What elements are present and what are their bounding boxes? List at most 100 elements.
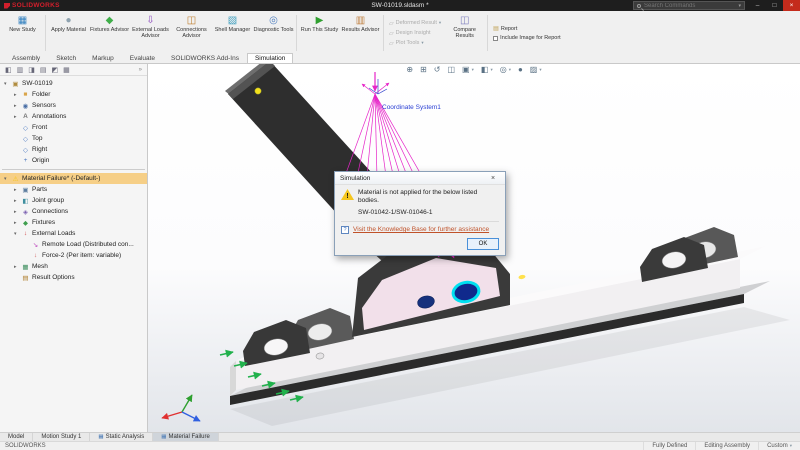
compare-results-button[interactable]: ◫ Compare Results — [444, 12, 485, 54]
shell-manager-button[interactable]: ▧ Shell Manager — [212, 12, 253, 54]
apply-material-button[interactable]: ● Apply Material — [48, 12, 89, 54]
new-study-button[interactable]: ▦ New Study — [2, 12, 43, 54]
coordinate-system-label[interactable]: Coordinate System1 — [382, 104, 441, 111]
minimize-button[interactable]: – — [749, 0, 766, 11]
view-orientation-icon[interactable]: ▣ — [462, 65, 470, 74]
tab-simulation[interactable]: Simulation — [247, 53, 293, 63]
tree-item-front-plane[interactable]: ◇ Front — [0, 122, 147, 133]
panel-overflow-icon[interactable]: » — [139, 67, 142, 73]
featuremanager-tab-icon[interactable]: ◧ — [5, 66, 12, 74]
status-units-selector[interactable]: Custom ▾ — [758, 442, 800, 450]
expand-arrow-icon[interactable]: ▾ — [14, 231, 21, 237]
tree-item-label: Parts — [32, 186, 47, 193]
configurationmanager-tab-icon[interactable]: ◨ — [28, 66, 35, 74]
expand-arrow-icon[interactable]: ▾ — [4, 176, 11, 182]
external-loads-advisor-button[interactable]: ⇩ External Loads Advisor — [130, 12, 171, 54]
zoom-fit-icon[interactable]: ⊕ — [406, 65, 413, 74]
display-style-icon[interactable]: ◧ — [481, 65, 489, 74]
expand-arrow-icon[interactable]: ▸ — [14, 198, 21, 204]
shell-manager-label: Shell Manager — [215, 27, 250, 33]
dialog-divider — [341, 221, 499, 222]
knowledge-base-link[interactable]: Visit the Knowledge Base for further ass… — [353, 226, 489, 234]
expand-arrow-icon[interactable]: ▸ — [14, 209, 21, 215]
dropdown-icon[interactable]: ▾ — [472, 67, 474, 73]
tab-evaluate[interactable]: Evaluate — [122, 53, 163, 63]
tree-item-sensors[interactable]: ▸ ◉ Sensors — [0, 100, 147, 111]
expand-arrow-icon[interactable]: ▸ — [14, 92, 21, 98]
search-dropdown-icon[interactable]: ▾ — [738, 3, 741, 9]
apply-scene-icon[interactable]: ▨ — [530, 65, 538, 74]
tree-item-joint-group[interactable]: ▸ ◧ Joint group — [0, 195, 147, 206]
vertex-point[interactable] — [255, 88, 261, 94]
dropdown-icon[interactable]: ▾ — [539, 67, 541, 73]
simulation-manager-tab-icon[interactable]: ▦ — [63, 66, 70, 74]
graphics-area[interactable]: ⊕ ⊞ ↺ ◫ ▣ ▾ ◧ ▾ ◎ ▾ ● ▨ ▾ — [148, 64, 800, 432]
tree-item-force-2[interactable]: ↓ Force-2 (Per item: variable) — [0, 250, 147, 261]
expand-arrow-icon[interactable]: ▾ — [4, 81, 11, 87]
zoom-area-icon[interactable]: ⊞ — [420, 65, 427, 74]
report-button[interactable]: ▤ Report — [493, 25, 561, 32]
tree-item-external-loads[interactable]: ▾ ↓ External Loads — [0, 228, 147, 239]
shell-manager-icon: ▧ — [228, 15, 237, 26]
tree-item-parts[interactable]: ▸ ▣ Parts — [0, 184, 147, 195]
tab-assembly[interactable]: Assembly — [4, 53, 48, 63]
assembly-icon: ▣ — [11, 80, 20, 88]
tree-item-top-plane[interactable]: ◇ Top — [0, 133, 147, 144]
panel-tab-strip: ◧ ▥ ◨ ▤ ◩ ▦ » — [0, 64, 147, 76]
expand-arrow-icon[interactable]: ▸ — [14, 114, 21, 120]
tree-item-result-options[interactable]: ▤ Result Options — [0, 272, 147, 283]
section-view-icon[interactable]: ◫ — [447, 65, 455, 74]
diagnostic-tools-button[interactable]: ◎ Diagnostic Tools — [253, 12, 294, 54]
expand-arrow-icon[interactable]: ▸ — [14, 103, 21, 109]
study-warning-icon: ⚠ — [11, 175, 20, 183]
tree-item-folder[interactable]: ▸ ■ Folder — [0, 89, 147, 100]
tab-markup[interactable]: Markup — [84, 53, 122, 63]
tab-solidworks-add-ins[interactable]: SOLIDWORKS Add-Ins — [163, 53, 247, 63]
tree-item-connections[interactable]: ▸ ◈ Connections — [0, 206, 147, 217]
tree-item-material-failure-study[interactable]: ▾ ⚠ Material Failure* (-Default-) — [0, 173, 147, 184]
displaymanager-tab-icon[interactable]: ◩ — [52, 66, 59, 74]
dropdown-icon[interactable]: ▾ — [490, 67, 492, 73]
tree-item-sw-01019[interactable]: ▾ ▣ SW-01019 — [0, 78, 147, 89]
tree-item-origin[interactable]: + Origin — [0, 155, 147, 166]
tree-item-mesh[interactable]: ▸ ▦ Mesh — [0, 261, 147, 272]
dimxpert-tab-icon[interactable]: ▤ — [40, 66, 47, 74]
fixtures-advisor-button[interactable]: ◆ Fixtures Advisor — [89, 12, 130, 54]
tab-static-analysis[interactable]: ▦ Static Analysis — [90, 433, 153, 441]
run-this-study-label: Run This Study — [301, 27, 339, 33]
expand-arrow-icon[interactable]: ▸ — [14, 220, 21, 226]
expand-arrow-icon[interactable]: ▸ — [14, 264, 21, 270]
tree-item-remote-load[interactable]: ↘ Remote Load (Distributed con... — [0, 239, 147, 250]
search-input[interactable] — [644, 3, 735, 9]
washer-highlight — [518, 274, 526, 279]
tree-item-annotations[interactable]: ▸ A Annotations — [0, 111, 147, 122]
expand-arrow-icon[interactable]: ▸ — [14, 187, 21, 193]
tab-sketch[interactable]: Sketch — [48, 53, 84, 63]
annotations-icon: A — [21, 113, 30, 120]
ok-button[interactable]: OK — [467, 238, 499, 250]
tree-item-right-plane[interactable]: ◇ Right — [0, 144, 147, 155]
dialog-close-icon[interactable]: × — [486, 175, 500, 182]
panel-splitter[interactable] — [2, 169, 145, 170]
close-button[interactable]: × — [783, 0, 800, 11]
previous-view-icon[interactable]: ↺ — [434, 65, 441, 74]
tab-label: Material Failure — [168, 434, 209, 440]
maximize-button[interactable]: □ — [766, 0, 783, 11]
checkbox-icon[interactable] — [493, 36, 498, 41]
tab-model[interactable]: Model — [0, 433, 33, 441]
tree-item-label: Top — [32, 135, 42, 142]
hide-show-items-icon[interactable]: ◎ — [500, 65, 507, 74]
dropdown-icon[interactable]: ▾ — [509, 67, 511, 73]
tree-item-fixtures[interactable]: ▸ ◆ Fixtures — [0, 217, 147, 228]
origin-icon: + — [21, 157, 30, 164]
search-commands-box[interactable]: ▾ — [633, 1, 745, 10]
include-image-for-report-checkbox[interactable]: Include Image for Report — [493, 35, 561, 41]
results-advisor-button[interactable]: ▥ Results Advisor — [340, 12, 381, 54]
edit-appearance-icon[interactable]: ● — [518, 65, 523, 74]
dialog-title-bar[interactable]: Simulation × — [335, 172, 505, 185]
tab-motion-study-1[interactable]: Motion Study 1 — [33, 433, 90, 441]
propertymanager-tab-icon[interactable]: ▥ — [17, 66, 24, 74]
tab-material-failure[interactable]: ▦ Material Failure — [153, 433, 219, 441]
connections-advisor-button[interactable]: ◫ Connections Advisor — [171, 12, 212, 54]
run-this-study-button[interactable]: ▶ Run This Study — [299, 12, 340, 54]
